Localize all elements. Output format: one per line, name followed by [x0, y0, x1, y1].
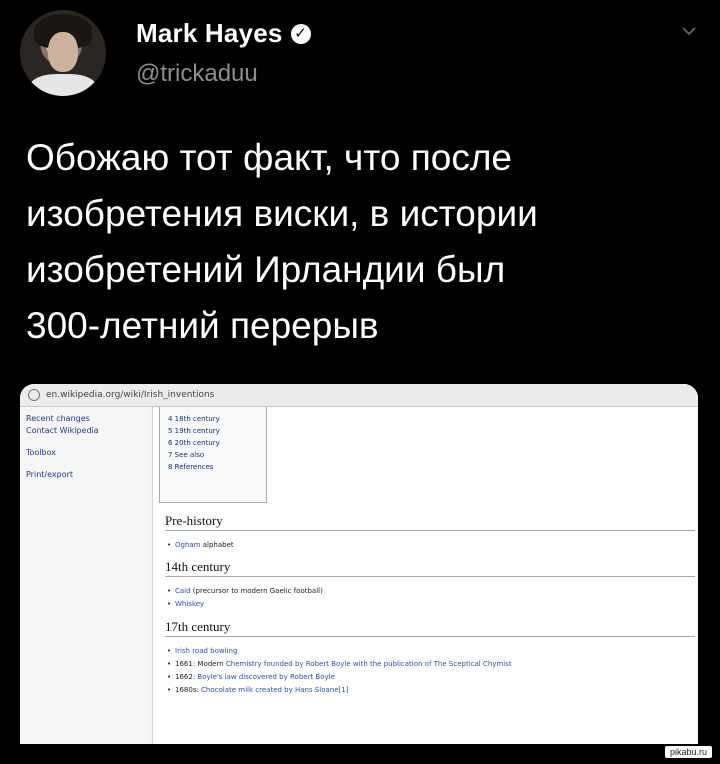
toc-item: 6 20th century — [168, 439, 220, 447]
author-name-row: Mark Hayes ✓ — [136, 18, 311, 49]
list-item: 1680s: Chocolate milk created by Hans Sl… — [167, 686, 348, 694]
toc-item: 5 19th century — [168, 427, 220, 435]
sidebar-item-recent-changes: Recent changes — [26, 414, 90, 423]
verified-badge-icon: ✓ — [290, 23, 311, 44]
table-of-contents: 4 18th century 5 19th century 6 20th cen… — [159, 407, 267, 503]
toc-item: 7 See also — [168, 451, 205, 459]
sidebar-item-print-export: Print/export — [26, 470, 74, 479]
section-heading: 14th century — [165, 559, 695, 577]
avatar-face — [48, 32, 78, 72]
list-item: 1662: Boyle's law discovered by Robert B… — [167, 673, 335, 681]
wiki-content: 4 18th century 5 19th century 6 20th cen… — [152, 407, 698, 744]
url-text: en.wikipedia.org/wiki/Irish_inventions — [46, 390, 215, 400]
sidebar-item-contact: Contact Wikipedia — [26, 426, 99, 435]
list-item: Caid (precursor to modern Gaelic footbal… — [167, 587, 323, 595]
section-heading: Pre-history — [165, 513, 695, 531]
list-item: Ogham alphabet — [167, 541, 234, 549]
url-bar: en.wikipedia.org/wiki/Irish_inventions — [20, 384, 698, 407]
watermark: pikabu.ru — [664, 746, 712, 758]
author-name[interactable]: Mark Hayes — [136, 18, 283, 49]
toc-item: 8 References — [168, 463, 214, 471]
author-handle[interactable]: @trickaduu — [136, 60, 258, 88]
tweet-text: Обожаю тот факт, что после изобретения в… — [26, 137, 538, 346]
embedded-screenshot[interactable]: en.wikipedia.org/wiki/Irish_inventions R… — [20, 384, 698, 744]
avatar-shirt — [30, 74, 96, 96]
wiki-sidebar: Recent changes Contact Wikipedia Toolbox… — [20, 407, 148, 744]
list-item: 1661: Modern Chemistry founded by Robert… — [167, 660, 512, 668]
sidebar-item-toolbox: Toolbox — [26, 448, 56, 457]
chevron-down-icon[interactable] — [680, 22, 698, 40]
section-heading: 17th century — [165, 619, 695, 637]
toc-item: 4 18th century — [168, 415, 220, 423]
list-item: Whiskey — [167, 600, 204, 608]
author-avatar[interactable] — [20, 10, 106, 96]
list-item: Irish road bowling — [167, 647, 237, 655]
globe-icon — [28, 389, 40, 401]
